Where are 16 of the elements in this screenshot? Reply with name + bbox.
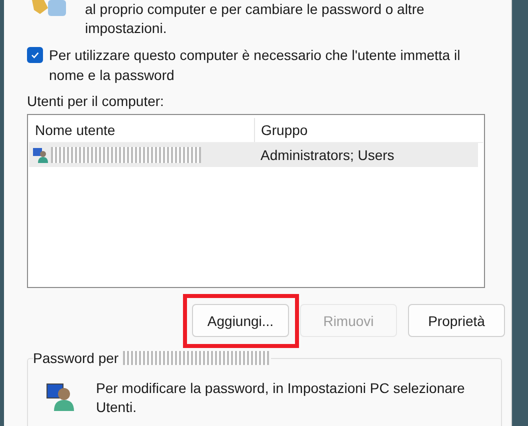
checkbox[interactable] [27, 47, 43, 63]
users-label: Utenti per il computer: [27, 93, 165, 109]
column-header[interactable]: Nome utente [29, 118, 255, 142]
group-cell-text: Administrators; Users [260, 146, 396, 165]
user-computer-icon [46, 381, 76, 411]
password-hint: Per modificare la password, in Impostazioni PC selezionare Utenti. [96, 379, 466, 417]
column-header[interactable]: Gruppo [255, 118, 479, 142]
check-icon [30, 50, 40, 60]
dialog-button[interactable]: Aggiungi... [192, 304, 289, 337]
user-row[interactable]: Administrators; Users [29, 143, 478, 167]
intro-text: al proprio computer e per cambiare le password o altre [85, 0, 424, 19]
checkbox-label: Per utilizzare questo computer è necessario che l'utente immetta il nome e la password [49, 46, 462, 85]
dialog-button[interactable]: Proprietà [408, 304, 505, 337]
intro-text: impostazioni. [85, 19, 168, 38]
user-icon [33, 147, 49, 163]
group-legend: Password per [33, 350, 119, 366]
